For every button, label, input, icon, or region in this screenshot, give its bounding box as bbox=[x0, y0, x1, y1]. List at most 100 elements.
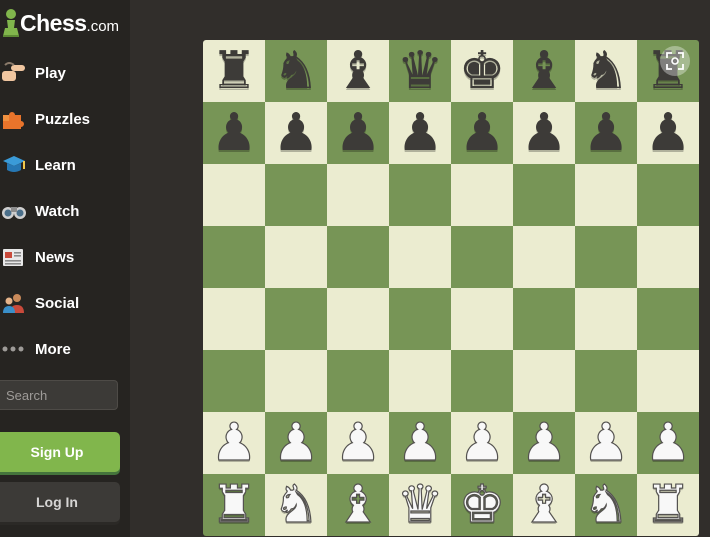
piece-c1[interactable]: ♝ bbox=[334, 478, 382, 531]
square-f5[interactable] bbox=[513, 226, 575, 288]
square-e3[interactable] bbox=[451, 350, 513, 412]
square-c7[interactable]: ♟ bbox=[327, 102, 389, 164]
square-b5[interactable] bbox=[265, 226, 327, 288]
nav-item-social[interactable]: Social bbox=[0, 280, 130, 326]
square-f4[interactable] bbox=[513, 288, 575, 350]
square-c6[interactable] bbox=[327, 164, 389, 226]
square-c4[interactable] bbox=[327, 288, 389, 350]
square-c1[interactable]: ♝ bbox=[327, 474, 389, 536]
square-e4[interactable] bbox=[451, 288, 513, 350]
square-a2[interactable]: ♟ bbox=[203, 412, 265, 474]
piece-a2[interactable]: ♟ bbox=[210, 416, 258, 469]
piece-c8[interactable]: ♝ bbox=[335, 45, 382, 97]
nav-item-play[interactable]: Play bbox=[0, 50, 130, 96]
square-a8[interactable]: ♜ bbox=[203, 40, 265, 102]
piece-f2[interactable]: ♟ bbox=[520, 416, 568, 469]
search-input[interactable] bbox=[0, 380, 118, 410]
square-b1[interactable]: ♞ bbox=[265, 474, 327, 536]
sign-up-button[interactable]: Sign Up bbox=[0, 432, 120, 472]
square-c8[interactable]: ♝ bbox=[327, 40, 389, 102]
square-h3[interactable] bbox=[637, 350, 699, 412]
square-b3[interactable] bbox=[265, 350, 327, 412]
square-f3[interactable] bbox=[513, 350, 575, 412]
square-b2[interactable]: ♟ bbox=[265, 412, 327, 474]
piece-d1[interactable]: ♛ bbox=[396, 478, 444, 531]
square-h4[interactable] bbox=[637, 288, 699, 350]
piece-b8[interactable]: ♞ bbox=[273, 45, 320, 97]
square-f7[interactable]: ♟ bbox=[513, 102, 575, 164]
square-a5[interactable] bbox=[203, 226, 265, 288]
square-c2[interactable]: ♟ bbox=[327, 412, 389, 474]
square-f8[interactable]: ♝ bbox=[513, 40, 575, 102]
square-d5[interactable] bbox=[389, 226, 451, 288]
square-d7[interactable]: ♟ bbox=[389, 102, 451, 164]
square-d6[interactable] bbox=[389, 164, 451, 226]
piece-a8[interactable]: ♜ bbox=[211, 45, 258, 97]
piece-a1[interactable]: ♜ bbox=[210, 478, 258, 531]
square-a7[interactable]: ♟ bbox=[203, 102, 265, 164]
square-d8[interactable]: ♛ bbox=[389, 40, 451, 102]
square-b7[interactable]: ♟ bbox=[265, 102, 327, 164]
piece-g7[interactable]: ♟ bbox=[583, 107, 630, 159]
square-a3[interactable] bbox=[203, 350, 265, 412]
square-d2[interactable]: ♟ bbox=[389, 412, 451, 474]
square-d4[interactable] bbox=[389, 288, 451, 350]
piece-f7[interactable]: ♟ bbox=[521, 107, 568, 159]
square-g3[interactable] bbox=[575, 350, 637, 412]
nav-item-watch[interactable]: Watch bbox=[0, 188, 130, 234]
piece-b7[interactable]: ♟ bbox=[273, 107, 320, 159]
piece-b1[interactable]: ♞ bbox=[272, 478, 320, 531]
board-focus-button[interactable] bbox=[660, 46, 690, 76]
piece-f1[interactable]: ♝ bbox=[520, 478, 568, 531]
square-h2[interactable]: ♟ bbox=[637, 412, 699, 474]
square-h5[interactable] bbox=[637, 226, 699, 288]
nav-item-learn[interactable]: Learn bbox=[0, 142, 130, 188]
piece-e2[interactable]: ♟ bbox=[458, 416, 506, 469]
square-b4[interactable] bbox=[265, 288, 327, 350]
chess-board[interactable]: ♜ ♞ ♝ ♛ ♚ ♝ ♞ ♜ ♟ ♟ ♟ ♟ ♟ ♟ ♟ ♟ ♟ ♟ ♟ ♟ ♟ ♟ ♟ ♟ ♜ ♞ ♝ ♛ ♚ ♝ ♞ ♜ bbox=[203, 40, 699, 536]
nav-item-more[interactable]: More bbox=[0, 326, 130, 372]
log-in-button[interactable]: Log In bbox=[0, 482, 120, 522]
square-c5[interactable] bbox=[327, 226, 389, 288]
piece-h1[interactable]: ♜ bbox=[644, 478, 692, 531]
square-a4[interactable] bbox=[203, 288, 265, 350]
square-e7[interactable]: ♟ bbox=[451, 102, 513, 164]
square-f6[interactable] bbox=[513, 164, 575, 226]
square-g1[interactable]: ♞ bbox=[575, 474, 637, 536]
square-f1[interactable]: ♝ bbox=[513, 474, 575, 536]
square-e5[interactable] bbox=[451, 226, 513, 288]
square-b8[interactable]: ♞ bbox=[265, 40, 327, 102]
nav-item-puzzles[interactable]: Puzzles bbox=[0, 96, 130, 142]
square-g2[interactable]: ♟ bbox=[575, 412, 637, 474]
piece-d7[interactable]: ♟ bbox=[397, 107, 444, 159]
square-h6[interactable] bbox=[637, 164, 699, 226]
nav-item-news[interactable]: News bbox=[0, 234, 130, 280]
square-g5[interactable] bbox=[575, 226, 637, 288]
square-e1[interactable]: ♚ bbox=[451, 474, 513, 536]
piece-g2[interactable]: ♟ bbox=[582, 416, 630, 469]
piece-e1[interactable]: ♚ bbox=[458, 478, 506, 531]
square-d1[interactable]: ♛ bbox=[389, 474, 451, 536]
chess-com-logo[interactable]: Chess.com bbox=[0, 6, 119, 40]
piece-b2[interactable]: ♟ bbox=[272, 416, 320, 469]
square-h1[interactable]: ♜ bbox=[637, 474, 699, 536]
piece-c7[interactable]: ♟ bbox=[335, 107, 382, 159]
piece-e8[interactable]: ♚ bbox=[459, 45, 506, 97]
square-f2[interactable]: ♟ bbox=[513, 412, 575, 474]
square-e6[interactable] bbox=[451, 164, 513, 226]
square-a6[interactable] bbox=[203, 164, 265, 226]
piece-h2[interactable]: ♟ bbox=[644, 416, 692, 469]
piece-c2[interactable]: ♟ bbox=[334, 416, 382, 469]
square-e8[interactable]: ♚ bbox=[451, 40, 513, 102]
piece-g8[interactable]: ♞ bbox=[583, 45, 630, 97]
square-h7[interactable]: ♟ bbox=[637, 102, 699, 164]
square-d3[interactable] bbox=[389, 350, 451, 412]
piece-h7[interactable]: ♟ bbox=[645, 107, 692, 159]
piece-e7[interactable]: ♟ bbox=[459, 107, 506, 159]
square-g8[interactable]: ♞ bbox=[575, 40, 637, 102]
square-b6[interactable] bbox=[265, 164, 327, 226]
square-a1[interactable]: ♜ bbox=[203, 474, 265, 536]
piece-a7[interactable]: ♟ bbox=[211, 107, 258, 159]
square-c3[interactable] bbox=[327, 350, 389, 412]
square-g6[interactable] bbox=[575, 164, 637, 226]
